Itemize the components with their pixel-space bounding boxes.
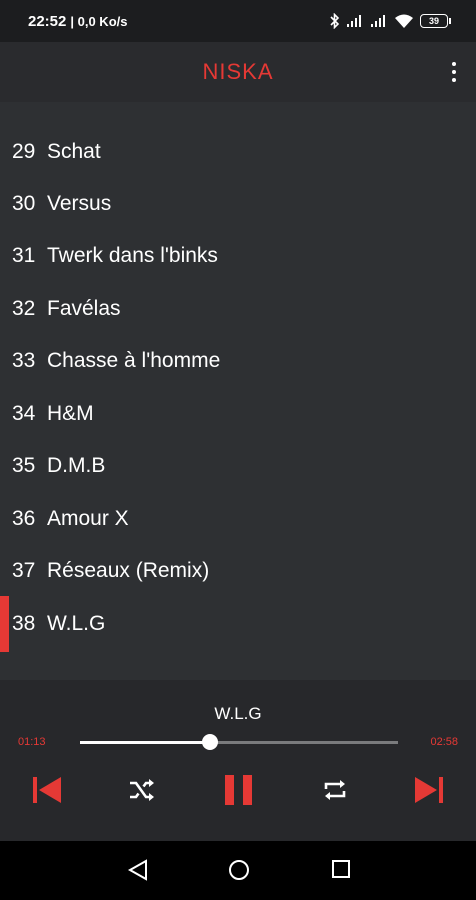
shuffle-icon	[130, 779, 154, 801]
track-title: Favélas	[47, 297, 121, 320]
track-number: 34	[12, 402, 36, 425]
list-item[interactable]: 33 Chasse à l'homme	[0, 335, 476, 387]
track-number: 37	[12, 559, 36, 582]
now-playing-title: W.L.G	[214, 704, 262, 723]
track-list: 29 Schat 30 Versus 31 Twerk dans l'binks…	[0, 102, 476, 680]
back-icon	[127, 859, 147, 881]
track-title: Versus	[47, 192, 112, 215]
navigation-bar	[0, 841, 476, 900]
pause-icon	[225, 775, 252, 805]
seek-bar-thumb[interactable]	[202, 734, 219, 750]
track-title: Réseaux (Remix)	[47, 559, 210, 582]
list-item[interactable]: 30 Versus	[0, 178, 476, 230]
pause-button[interactable]	[222, 772, 256, 808]
elapsed-time: 01:13	[18, 736, 46, 748]
list-item[interactable]: 32 Favélas	[0, 283, 476, 335]
more-vert-icon[interactable]	[446, 58, 462, 86]
signal-icon	[371, 15, 385, 27]
track-number: 33	[12, 349, 36, 372]
shuffle-button[interactable]	[126, 772, 158, 808]
network-speed: | 0,0 Ko/s	[70, 13, 128, 29]
skip-previous-button[interactable]	[30, 772, 64, 808]
back-button[interactable]	[127, 859, 149, 886]
skip-next-button[interactable]	[412, 772, 446, 808]
track-number: 29	[12, 140, 36, 163]
wifi-icon	[395, 14, 413, 28]
list-item[interactable]: 31 Twerk dans l'binks	[0, 230, 476, 282]
skip-next-icon	[415, 777, 443, 803]
repeat-button[interactable]	[320, 772, 350, 808]
list-item[interactable]: 37 Réseaux (Remix)	[0, 545, 476, 597]
repeat-icon	[324, 780, 346, 800]
status-icons: 39	[330, 13, 451, 29]
track-title: Chasse à l'homme	[47, 349, 221, 372]
player-panel: W.L.G 01:13 02:58	[0, 680, 476, 841]
signal-icon	[347, 15, 361, 27]
page-title: NISKA	[202, 59, 274, 84]
track-title: H&M	[47, 402, 94, 425]
track-title: Amour X	[47, 507, 129, 530]
battery-icon: 39	[420, 14, 451, 28]
track-number: 31	[12, 244, 36, 267]
recents-button[interactable]	[331, 859, 351, 884]
home-icon	[229, 860, 249, 880]
list-item[interactable]: 36 Amour X	[0, 493, 476, 545]
track-title: D.M.B	[47, 454, 106, 477]
list-item[interactable]: 29 Schat	[0, 126, 476, 178]
track-title: Schat	[47, 140, 101, 163]
list-item[interactable]: 35 D.M.B	[0, 440, 476, 492]
seek-bar[interactable]	[80, 734, 398, 750]
track-number: 38	[12, 612, 36, 635]
track-title: W.L.G	[47, 612, 106, 635]
bluetooth-icon	[330, 13, 340, 29]
status-time: 22:52	[28, 12, 67, 30]
track-number: 32	[12, 297, 36, 320]
recents-icon	[332, 860, 350, 878]
status-bar: 22:52 | 0,0 Ko/s 39	[0, 0, 476, 42]
total-duration: 02:58	[430, 736, 458, 748]
home-button[interactable]	[228, 859, 250, 886]
list-item[interactable]: 34 H&M	[0, 388, 476, 440]
track-number: 36	[12, 507, 36, 530]
app-bar: NISKA	[0, 42, 476, 102]
list-item-active[interactable]: 38 W.L.G	[0, 596, 476, 652]
track-title: Twerk dans l'binks	[47, 244, 218, 267]
skip-previous-icon	[33, 777, 61, 803]
track-number: 30	[12, 192, 36, 215]
track-number: 35	[12, 454, 36, 477]
battery-level: 39	[428, 16, 439, 26]
seek-bar-progress	[80, 741, 211, 744]
